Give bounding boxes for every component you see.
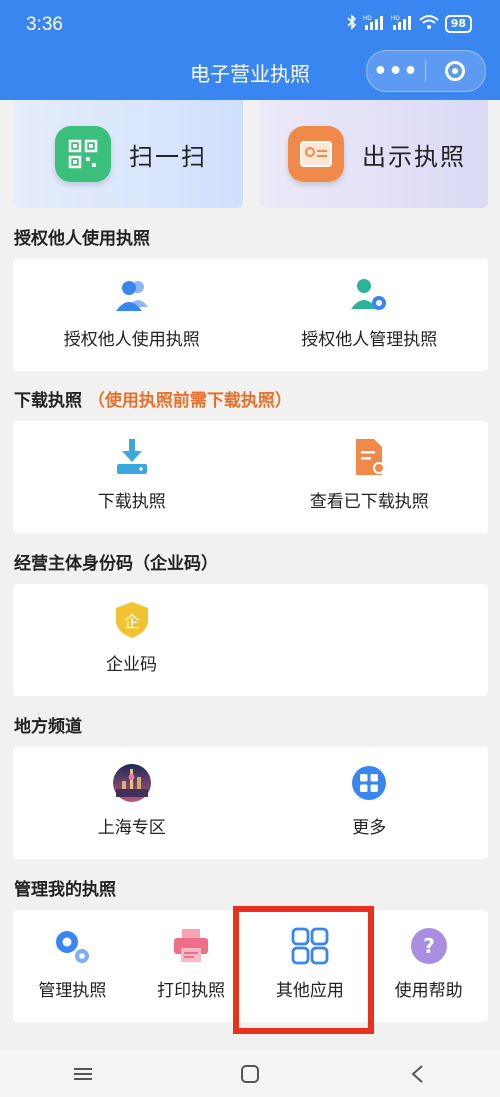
section-title-manage: 管理我的执照 (14, 880, 116, 900)
qrcode-icon (55, 126, 111, 182)
grid-more-icon (349, 763, 389, 803)
status-bar: 3:36 HD HD 98 (0, 0, 500, 48)
svg-text:HD: HD (391, 16, 400, 22)
authorize-use-item[interactable]: 授权他人使用执照 (13, 259, 251, 371)
more-channels-item[interactable]: 更多 (251, 747, 489, 859)
entity-code-card: 企 企业码 (13, 584, 488, 696)
shanghai-zone-label: 上海专区 (97, 818, 166, 838)
shanghai-skyline-icon (112, 763, 152, 803)
download-section-title: 下载执照 (14, 391, 82, 411)
more-options-button[interactable]: ••• (367, 59, 425, 84)
license-card-icon (288, 126, 344, 182)
more-channels-label: 更多 (352, 818, 387, 838)
shanghai-zone-item[interactable]: 上海专区 (13, 747, 251, 859)
section-title-download: 下载执照 （使用执照前需下载执照） (14, 386, 292, 411)
authorize-card: 授权他人使用执照 授权他人管理执照 (13, 259, 488, 371)
download-card: 下载执照 查看已下载执照 (13, 421, 488, 533)
home-nav-button[interactable] (220, 1064, 280, 1084)
help-item[interactable]: ? 使用帮助 (369, 910, 488, 1022)
enterprise-code-item[interactable]: 企 企业码 (13, 584, 250, 696)
download-license-item[interactable]: 下载执照 (13, 421, 251, 533)
wifi-icon (419, 14, 439, 34)
authorize-manage-label: 授权他人管理执照 (301, 330, 438, 350)
scan-card[interactable]: 扫一扫 (13, 100, 243, 208)
home-square-icon (240, 1064, 259, 1083)
help-label: 使用帮助 (394, 981, 463, 1001)
bluetooth-icon (347, 14, 357, 34)
gears-icon (52, 926, 92, 966)
view-downloaded-item[interactable]: 查看已下载执照 (251, 421, 489, 533)
signal-icon-2: HD (391, 14, 413, 34)
download-icon (112, 437, 152, 477)
hamburger-icon (74, 1067, 93, 1080)
show-license-label: 出示执照 (362, 142, 466, 171)
menu-nav-button[interactable] (53, 1066, 113, 1082)
view-downloaded-label: 查看已下载执照 (309, 492, 429, 512)
section-title-local: 地方频道 (14, 717, 82, 737)
top-bar: 3:36 HD HD 98 电子营业执照 ••• (0, 0, 500, 100)
manage-license-item[interactable]: 管理执照 (13, 910, 132, 1022)
miniapp-capsule: ••• (366, 50, 486, 92)
section-title-authorize: 授权他人使用执照 (14, 229, 150, 249)
download-license-label: 下载执照 (97, 492, 166, 512)
svg-text:?: ? (423, 934, 435, 958)
authorize-manage-item[interactable]: 授权他人管理执照 (251, 259, 489, 371)
help-icon: ? (409, 926, 449, 966)
highlight-box (233, 906, 374, 1034)
back-nav-button[interactable] (387, 1064, 447, 1084)
status-icons: HD HD 98 (347, 14, 472, 34)
signal-icon: HD (363, 14, 385, 34)
local-channel-card: 上海专区 更多 (13, 747, 488, 859)
enterprise-code-label: 企业码 (106, 655, 157, 675)
close-miniapp-button[interactable] (426, 61, 484, 81)
enterprise-shield-icon: 企 (112, 600, 152, 640)
svg-text:HD: HD (363, 16, 372, 22)
battery-indicator: 98 (444, 15, 472, 33)
svg-text:企: 企 (123, 612, 139, 631)
printer-icon (171, 926, 211, 966)
status-time: 3:36 (26, 14, 63, 35)
print-license-label: 打印执照 (157, 981, 226, 1001)
scan-label: 扫一扫 (129, 142, 207, 171)
downloaded-file-icon (349, 437, 389, 477)
user-gear-icon (349, 275, 389, 315)
show-license-card[interactable]: 出示执照 (260, 100, 488, 208)
download-hint: （使用执照前需下载执照） (87, 391, 292, 411)
manage-license-label: 管理执照 (38, 981, 107, 1001)
users-icon (112, 275, 152, 315)
authorize-use-label: 授权他人使用执照 (63, 330, 200, 350)
section-title-entity-code: 经营主体身份码（企业码） (14, 554, 218, 574)
target-icon (445, 61, 465, 81)
system-nav-bar (0, 1050, 500, 1097)
back-chevron-icon (411, 1064, 423, 1083)
